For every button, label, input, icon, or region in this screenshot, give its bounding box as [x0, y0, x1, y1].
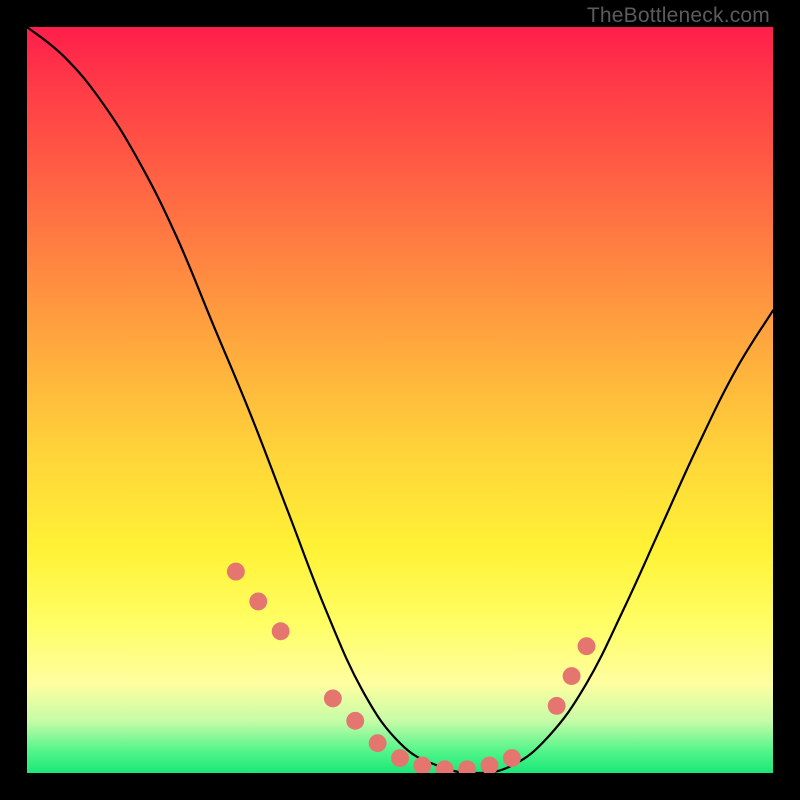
highlight-marker — [436, 760, 454, 773]
chart-frame: TheBottleneck.com — [0, 0, 800, 800]
chart-svg — [27, 27, 773, 773]
highlight-marker — [413, 757, 431, 773]
highlight-marker — [324, 689, 342, 707]
plot-area — [27, 27, 773, 773]
highlight-marker — [369, 734, 387, 752]
marker-layer — [227, 563, 596, 773]
highlight-marker — [481, 757, 499, 773]
highlight-marker — [346, 712, 364, 730]
highlight-marker — [249, 592, 267, 610]
highlight-marker — [503, 749, 521, 767]
highlight-marker — [548, 697, 566, 715]
curve-layer — [27, 27, 773, 773]
highlight-marker — [458, 760, 476, 773]
bottleneck-curve — [27, 27, 773, 773]
highlight-marker — [563, 667, 581, 685]
highlight-marker — [227, 563, 245, 581]
highlight-marker — [391, 749, 409, 767]
highlight-marker — [272, 622, 290, 640]
highlight-marker — [578, 637, 596, 655]
attribution-text: TheBottleneck.com — [587, 4, 770, 28]
